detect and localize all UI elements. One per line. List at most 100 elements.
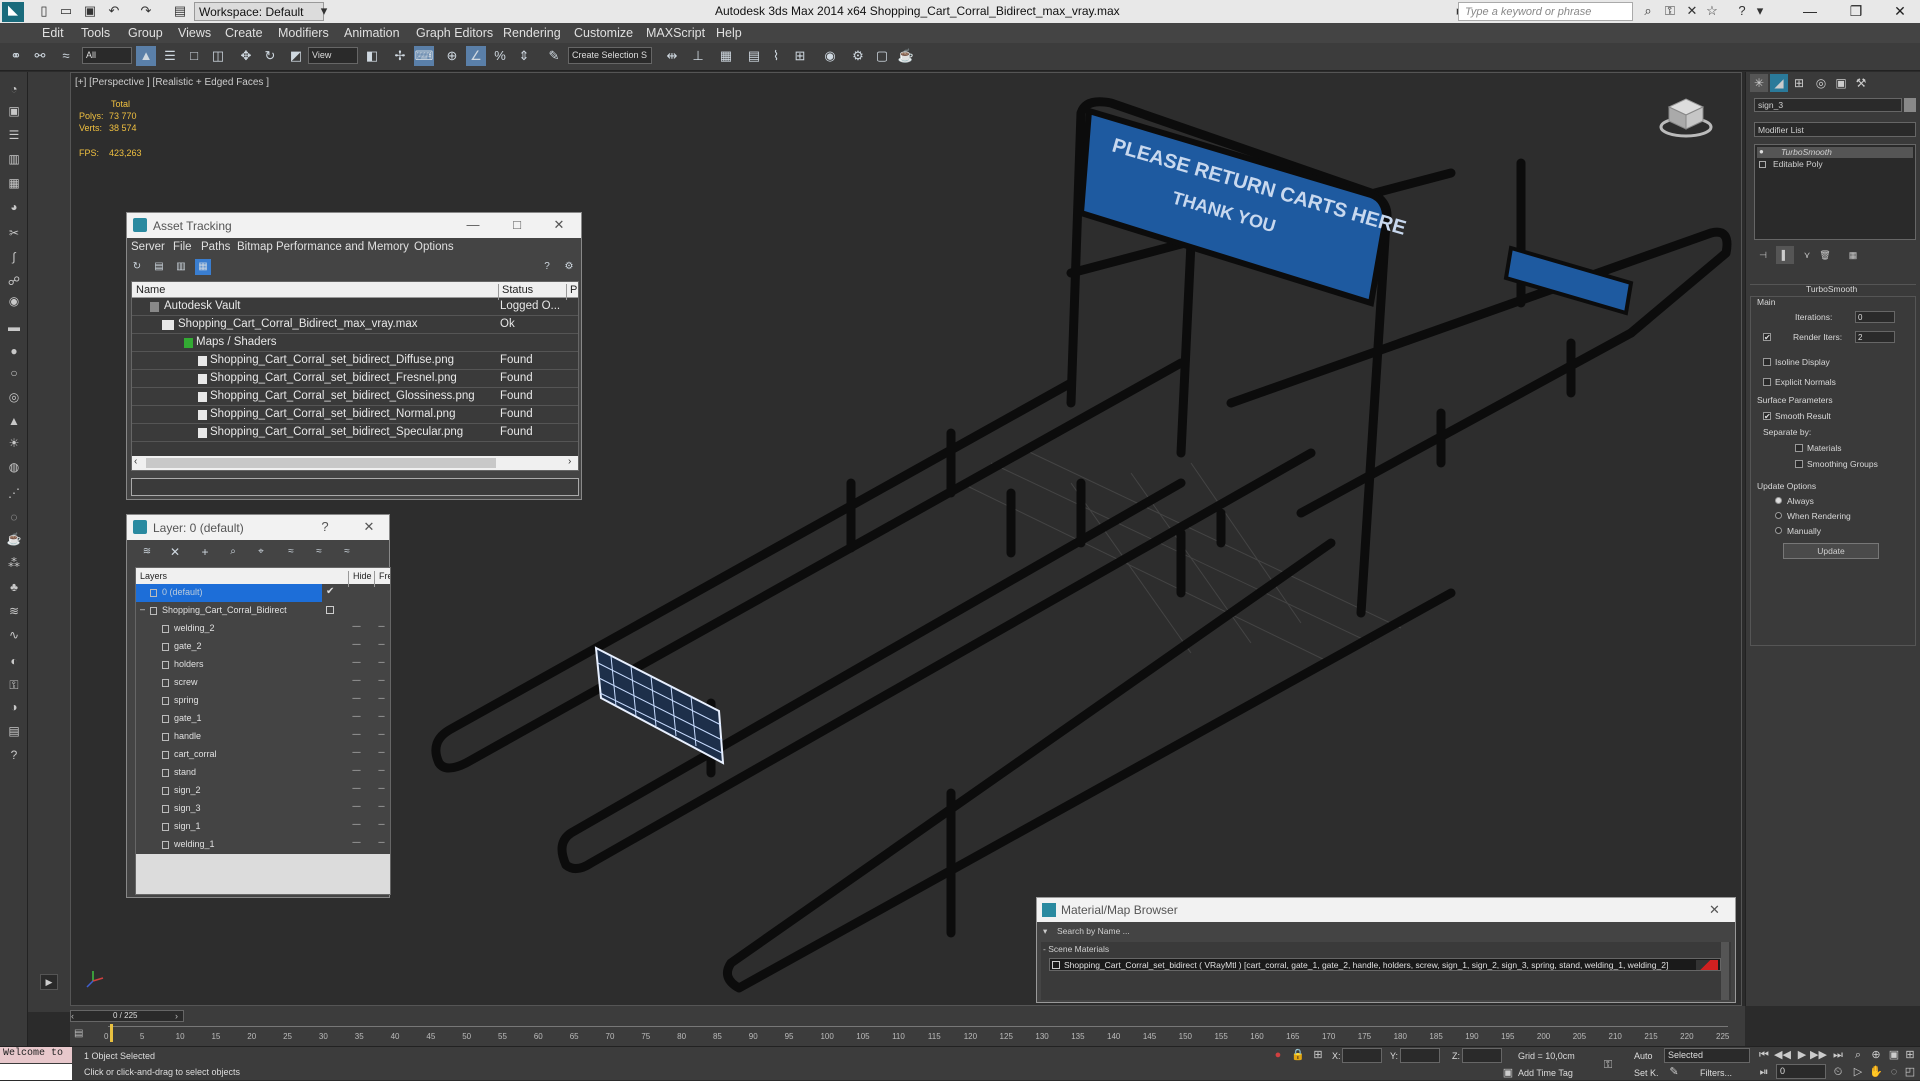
selection-lock-icon[interactable]: 🔒: [1290, 1047, 1306, 1063]
minimize-button[interactable]: —: [1790, 2, 1830, 21]
layer-row-selected[interactable]: 0 (default): [136, 584, 322, 602]
menu-edit[interactable]: Edit: [42, 26, 64, 40]
plant-icon[interactable]: ♣: [5, 578, 23, 596]
zoom-icon[interactable]: ⌕: [1850, 1047, 1866, 1063]
scene-materials-section[interactable]: - Scene Materials: [1043, 944, 1109, 954]
layer-row[interactable]: stand ---- ---: [136, 764, 390, 782]
delete-layer-icon[interactable]: ✕: [167, 544, 183, 560]
object-icon[interactable]: ◉: [5, 292, 23, 310]
layer-row[interactable]: welding_2 ---- ---: [136, 620, 390, 638]
redo-icon[interactable]: ↷: [138, 3, 154, 19]
when-rendering-radio[interactable]: [1775, 512, 1782, 519]
maxscript-input[interactable]: [0, 1064, 72, 1080]
layer-row[interactable]: cart_corral ---- ---: [136, 746, 390, 764]
layer-dialog-titlebar[interactable]: Layer: 0 (default) ? ✕: [127, 515, 389, 540]
layer-row[interactable]: handle ---- ---: [136, 728, 390, 746]
expand-box-icon[interactable]: [1759, 161, 1766, 168]
schematic-view-icon[interactable]: ⊞: [790, 46, 810, 66]
hierarchy-tab-icon[interactable]: ⊞: [1790, 74, 1808, 92]
undo-icon[interactable]: ↶: [106, 3, 122, 19]
selection-filter-dropdown[interactable]: All: [82, 47, 132, 64]
link-icon[interactable]: ⚭: [6, 46, 26, 66]
zoom-all-icon[interactable]: ⊕: [1868, 1047, 1884, 1063]
bulb-icon[interactable]: ●: [1759, 148, 1767, 156]
mini-curve-editor-icon[interactable]: ▤: [74, 1028, 90, 1042]
orbit-icon[interactable]: ◌: [1886, 1064, 1902, 1080]
select-by-name-icon[interactable]: ☰: [160, 46, 180, 66]
layer-row[interactable]: sign_1 ---- ---: [136, 818, 390, 836]
pivot-center-icon[interactable]: ◧: [362, 46, 382, 66]
time-slider[interactable]: ‹ 0 / 225 ›: [70, 1010, 184, 1022]
render-iters-spinner[interactable]: 2: [1855, 331, 1895, 343]
asset-row[interactable]: Autodesk Vault Logged O...: [132, 298, 578, 316]
go-to-start-icon[interactable]: ⏮: [1756, 1047, 1772, 1063]
sphere-icon[interactable]: ●: [5, 342, 23, 360]
maximize-viewport-icon[interactable]: ◰: [1902, 1064, 1918, 1080]
layer-row[interactable]: – Shopping_Cart_Corral_Bidirect: [136, 602, 390, 620]
layer-row[interactable]: spring ---- ---: [136, 692, 390, 710]
archive-icon[interactable]: ▤: [5, 722, 23, 740]
make-unique-icon[interactable]: ⋎: [1798, 246, 1816, 264]
percent-snap-icon[interactable]: %: [490, 46, 510, 66]
at-menu-file[interactable]: File: [173, 241, 192, 253]
motion-tab-icon[interactable]: ◎: [1812, 74, 1830, 92]
app-logo-icon[interactable]: ◣: [2, 2, 24, 22]
set-keys-icon[interactable]: ✎: [1666, 1064, 1682, 1080]
modifier-list-dropdown[interactable]: Modifier List: [1754, 122, 1916, 137]
select-object-icon[interactable]: ▲: [136, 46, 156, 66]
time-configuration-icon[interactable]: ⏲: [1830, 1064, 1846, 1080]
maximize-button[interactable]: ❐: [1836, 2, 1876, 21]
pan-icon[interactable]: ✋: [1868, 1064, 1884, 1080]
rotate-icon[interactable]: ↻: [260, 46, 280, 66]
question-icon[interactable]: ?: [5, 746, 23, 764]
stairs-icon[interactable]: ⋰: [5, 484, 23, 502]
box-icon[interactable]: ▬: [5, 318, 23, 336]
time-cursor[interactable]: [110, 1024, 113, 1042]
close-icon[interactable]: ✕: [551, 217, 567, 233]
edit-named-selection-icon[interactable]: ✎: [544, 46, 564, 66]
play-icon[interactable]: ▶: [1794, 1047, 1810, 1063]
asset-row[interactable]: Shopping_Cart_Corral_set_bidirect_Specul…: [132, 424, 578, 442]
grid-icon[interactable]: ▦: [5, 174, 23, 192]
vertical-scrollbar[interactable]: [1721, 942, 1729, 1000]
mirror-icon[interactable]: ⇹: [662, 46, 682, 66]
at-menu-bitmap-performance[interactable]: Bitmap Performance and Memory: [237, 241, 409, 253]
help-dropdown-icon[interactable]: ▾: [1752, 3, 1768, 19]
material-editor-icon[interactable]: ◉: [820, 46, 840, 66]
object-color-swatch[interactable]: [1904, 98, 1916, 112]
spinner-snap-icon[interactable]: ⇕: [514, 46, 534, 66]
asset-tracking-titlebar[interactable]: Asset Tracking — □ ✕: [127, 213, 581, 238]
at-menu-options[interactable]: Options: [414, 241, 454, 253]
next-frame-icon[interactable]: ▶▶: [1810, 1047, 1827, 1063]
menu-maxscript[interactable]: MAXScript: [646, 26, 705, 40]
menu-modifiers[interactable]: Modifiers: [278, 26, 329, 40]
curve-icon[interactable]: ∫: [5, 248, 23, 266]
communication-icon[interactable]: ✕: [1684, 3, 1700, 19]
maximize-icon[interactable]: □: [509, 217, 525, 233]
x-coordinate-field[interactable]: [1342, 1048, 1382, 1063]
wave-icon[interactable]: ≋: [5, 602, 23, 620]
material-search-input[interactable]: Search by Name ...: [1057, 926, 1130, 936]
help-icon[interactable]: ?: [539, 259, 555, 275]
key-filters-button[interactable]: Filters...: [1700, 1068, 1732, 1078]
scroll-right-icon[interactable]: ›: [568, 456, 571, 467]
curve-editor-icon[interactable]: ⌇: [766, 46, 786, 66]
asset-row[interactable]: Shopping_Cart_Corral_set_bidirect_Diffus…: [132, 352, 578, 370]
layer-row[interactable]: screw ---- ---: [136, 674, 390, 692]
render-production-icon[interactable]: ☕: [896, 46, 916, 66]
help-button[interactable]: ?: [317, 519, 333, 535]
smoothing-groups-checkbox[interactable]: [1795, 460, 1803, 468]
at-menu-paths[interactable]: Paths: [201, 241, 230, 253]
asset-row[interactable]: Shopping_Cart_Corral_set_bidirect_Glossi…: [132, 388, 578, 406]
track-bar[interactable]: [108, 1026, 1728, 1030]
menu-views[interactable]: Views: [178, 26, 211, 40]
current-frame-field[interactable]: 0: [1776, 1064, 1826, 1079]
column-layers[interactable]: Layers: [140, 571, 167, 581]
menu-animation[interactable]: Animation: [344, 26, 400, 40]
cylinder-icon[interactable]: ○: [5, 364, 23, 382]
menu-group[interactable]: Group: [128, 26, 163, 40]
material-browser-titlebar[interactable]: Material/Map Browser ✕: [1037, 898, 1735, 922]
key-icon[interactable]: ⚿: [1600, 1057, 1616, 1073]
search-options-icon[interactable]: ▾: [1043, 926, 1047, 937]
list-view-icon[interactable]: ▤: [151, 259, 167, 275]
